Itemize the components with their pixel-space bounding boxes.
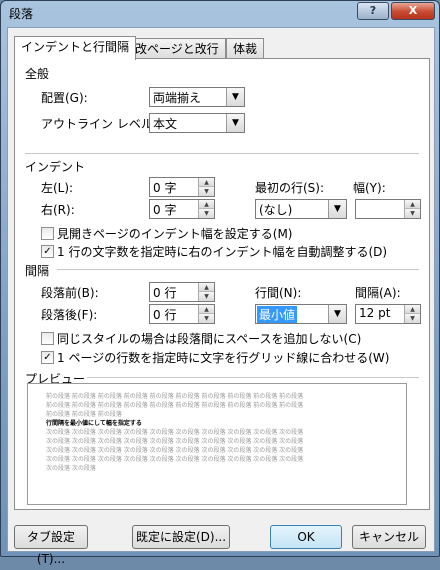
preview-target-line: 行間隔を最小値にして幅を指定する — [46, 420, 142, 427]
general-heading: 全般 — [25, 67, 50, 81]
spacing-at-spinner[interactable]: 12 pt ▲ ▼ — [355, 304, 421, 324]
preview-previous-line: 前の段落 前の段落 前の段落 前の段落 前の段落 前の段落 前の段落 前の段落 … — [46, 393, 304, 400]
tabs-button[interactable]: タブ設定(T)... — [14, 525, 88, 566]
cancel-button[interactable]: キャンセル — [352, 525, 426, 549]
preview-next-line: 次の段落 次の段落 — [46, 465, 96, 472]
tab-indent-spacing[interactable]: インデントと行間隔 — [14, 36, 137, 60]
close-button[interactable]: X — [391, 2, 435, 20]
dialog-body: インデントと行間隔 改ページと改行 体裁 全般 配置(G): 両端揃え ▼ アウ… — [7, 27, 435, 566]
tab-panel: 全般 配置(G): 両端揃え ▼ アウトライン レベル(O): 本文 ▼ インデ… — [14, 58, 430, 510]
line-spacing-label: 行間(N): — [255, 286, 302, 300]
preview-box: 前の段落 前の段落 前の段落 前の段落 前の段落 前の段落 前の段落 前の段落 … — [27, 383, 407, 505]
ok-button[interactable]: OK — [270, 525, 342, 549]
preview-previous-line: 前の段落 前の段落 前の段落 前の段落 前の段落 前の段落 前の段落 前の段落 … — [46, 402, 304, 409]
dropdown-arrow-icon[interactable]: ▼ — [226, 88, 244, 106]
help-button[interactable]: ? — [357, 2, 389, 20]
right-indent-label: 右(R): — [41, 203, 75, 217]
spin-down-icon[interactable]: ▼ — [404, 314, 420, 323]
dropdown-arrow-icon[interactable]: ▼ — [226, 114, 244, 132]
preview-next-line: 次の段落 次の段落 次の段落 次の段落 次の段落 次の段落 次の段落 次の段落 … — [46, 438, 304, 445]
line-spacing-value: 最小値 — [257, 306, 298, 323]
snap-to-grid-checkbox[interactable]: ✓ — [41, 351, 54, 364]
first-line-value: (なし) — [259, 203, 293, 217]
dropdown-arrow-icon[interactable]: ▼ — [328, 200, 346, 218]
dropdown-arrow-icon[interactable]: ▼ — [328, 305, 346, 323]
indent-by-spinner[interactable]: ▲ ▼ — [355, 199, 421, 219]
alignment-value: 両端揃え — [153, 91, 202, 105]
preview-previous-line: 前の段落 前の段落 前の段落 — [46, 411, 122, 418]
auto-adjust-indent-label: 1 行の文字数を指定時に右のインデント幅を自動調整する(D) — [57, 245, 388, 259]
space-after-value: 0 行 — [153, 308, 177, 322]
mirror-indents-label: 見開きページのインデント幅を設定する(M) — [57, 227, 293, 241]
spin-down-icon[interactable]: ▼ — [198, 292, 214, 301]
spin-up-icon[interactable]: ▲ — [198, 178, 214, 187]
auto-adjust-indent-checkbox[interactable]: ✓ — [41, 245, 54, 258]
divider — [57, 269, 419, 270]
snap-to-grid-label: 1 ページの行数を指定時に文字を行グリッド線に合わせる(W) — [57, 351, 390, 365]
outline-level-value: 本文 — [153, 117, 178, 131]
left-indent-spinner[interactable]: 0 字 ▲ ▼ — [149, 177, 215, 197]
space-after-spinner[interactable]: 0 行 ▲ ▼ — [149, 304, 215, 324]
first-line-label: 最初の行(S): — [255, 181, 325, 195]
window-title: 段落 — [9, 7, 34, 21]
spin-up-icon[interactable]: ▲ — [198, 200, 214, 209]
outline-level-select[interactable]: 本文 ▼ — [149, 113, 245, 133]
spin-up-icon[interactable]: ▲ — [198, 305, 214, 314]
divider — [87, 377, 419, 378]
right-indent-value: 0 字 — [153, 203, 177, 217]
preview-next-line: 次の段落 次の段落 次の段落 次の段落 次の段落 次の段落 次の段落 次の段落 … — [46, 456, 304, 463]
right-indent-spinner[interactable]: 0 字 ▲ ▼ — [149, 199, 215, 219]
spin-down-icon[interactable]: ▼ — [198, 314, 214, 323]
indent-by-label: 幅(Y): — [353, 181, 386, 195]
left-indent-label: 左(L): — [41, 181, 74, 195]
title-bar[interactable]: 段落 ? X — [1, 1, 439, 23]
paragraph-dialog: 段落 ? X インデントと行間隔 改ページと改行 体裁 全般 配置(G): 両端… — [0, 0, 440, 566]
set-default-button[interactable]: 既定に設定(D)... — [132, 525, 230, 549]
no-space-same-style-checkbox[interactable] — [41, 332, 54, 345]
space-before-label: 段落前(B): — [41, 286, 99, 300]
divider — [25, 153, 419, 154]
preview-next-line: 次の段落 次の段落 次の段落 次の段落 次の段落 次の段落 次の段落 次の段落 … — [46, 429, 304, 436]
indent-heading: インデント — [25, 160, 86, 174]
spacing-at-value: 12 pt — [359, 306, 391, 320]
first-line-select[interactable]: (なし) ▼ — [255, 199, 347, 219]
spin-down-icon[interactable]: ▼ — [198, 209, 214, 218]
spin-down-icon[interactable]: ▼ — [404, 209, 420, 218]
spin-up-icon[interactable]: ▲ — [404, 200, 420, 209]
no-space-same-style-label: 同じスタイルの場合は段落間にスペースを追加しない(C) — [57, 332, 362, 346]
space-after-label: 段落後(F): — [41, 308, 98, 322]
spin-down-icon[interactable]: ▼ — [198, 187, 214, 196]
spin-up-icon[interactable]: ▲ — [404, 305, 420, 314]
spacing-at-label: 間隔(A): — [355, 286, 401, 300]
left-indent-value: 0 字 — [153, 181, 177, 195]
alignment-label: 配置(G): — [41, 91, 88, 105]
mirror-indents-checkbox[interactable] — [41, 227, 54, 240]
tab-line-page-breaks[interactable]: 改ページと改行 — [128, 38, 226, 59]
alignment-select[interactable]: 両端揃え ▼ — [149, 87, 245, 107]
spacing-heading: 間隔 — [25, 264, 50, 278]
spin-up-icon[interactable]: ▲ — [198, 283, 214, 292]
space-before-spinner[interactable]: 0 行 ▲ ▼ — [149, 282, 215, 302]
space-before-value: 0 行 — [153, 286, 177, 300]
line-spacing-select[interactable]: 最小値 ▼ — [255, 304, 347, 324]
preview-next-line: 次の段落 次の段落 次の段落 次の段落 次の段落 次の段落 次の段落 次の段落 … — [46, 447, 304, 454]
tab-typography[interactable]: 体裁 — [226, 38, 265, 59]
